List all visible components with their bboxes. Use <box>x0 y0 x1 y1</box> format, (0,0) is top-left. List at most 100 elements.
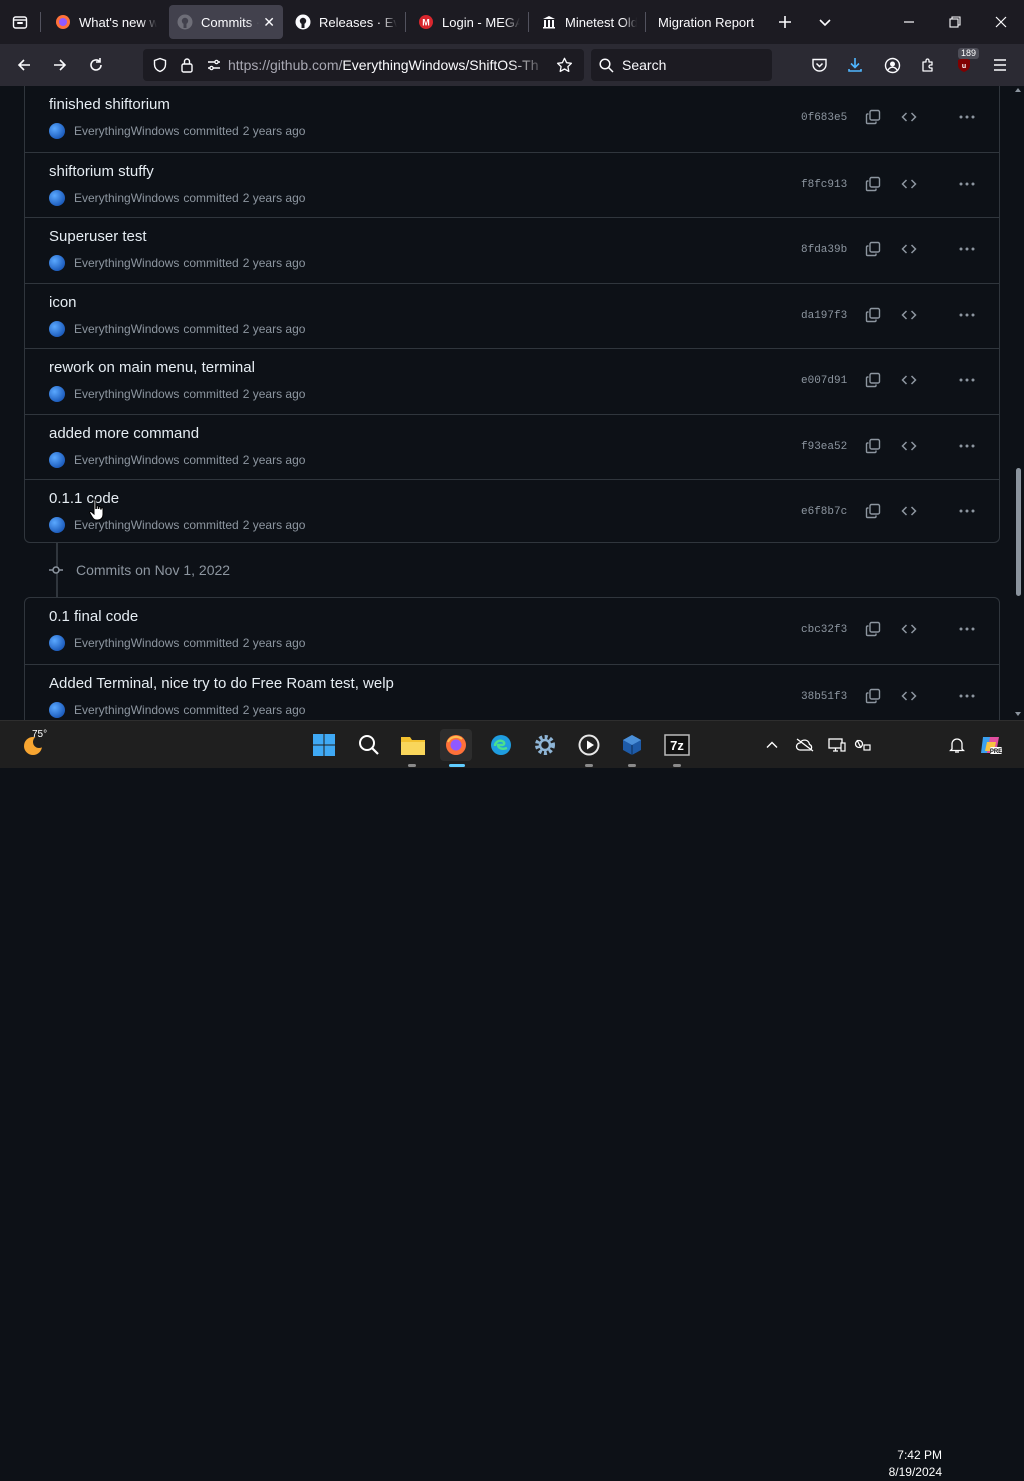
start-button[interactable] <box>308 729 340 761</box>
copy-sha-button[interactable] <box>861 303 885 327</box>
commit-message-link[interactable]: 0.1.1 code <box>49 490 119 507</box>
display-tray-icon[interactable] <box>825 733 849 757</box>
tab-releases[interactable]: Releases · Ever <box>287 5 405 39</box>
list-all-tabs-button[interactable] <box>807 6 843 38</box>
browse-repo-button[interactable] <box>897 368 921 392</box>
commit-sha-link[interactable]: 0f683e5 <box>801 112 847 124</box>
avatar[interactable] <box>49 451 65 468</box>
commit-author-link[interactable]: EverythingWindows <box>74 636 179 650</box>
new-tab-button[interactable] <box>767 6 803 38</box>
tab-mega[interactable]: M Login - MEGA <box>410 5 528 39</box>
commit-sha-link[interactable]: cbc32f3 <box>801 624 847 636</box>
onedrive-tray-icon[interactable] <box>793 733 817 757</box>
show-hidden-icons-button[interactable] <box>760 733 784 757</box>
commit-author-link[interactable]: EverythingWindows <box>74 256 179 270</box>
commit-author-link[interactable]: EverythingWindows <box>74 124 179 138</box>
commit-author-link[interactable]: EverythingWindows <box>74 703 179 717</box>
commit-sha-link[interactable]: e007d91 <box>801 375 847 387</box>
pocket-button[interactable] <box>801 49 837 81</box>
avatar[interactable] <box>49 123 65 139</box>
commit-author-link[interactable]: EverythingWindows <box>74 387 179 401</box>
file-explorer-button[interactable] <box>397 729 429 761</box>
commit-message-link[interactable]: finished shiftorium <box>49 96 170 113</box>
account-button[interactable] <box>874 49 910 81</box>
firefox-view-button[interactable] <box>0 0 40 44</box>
extensions-button[interactable] <box>910 49 946 81</box>
copy-sha-button[interactable] <box>861 617 885 641</box>
7zip-button[interactable]: 7z <box>661 729 693 761</box>
lock-icon[interactable] <box>180 57 194 73</box>
commit-message-link[interactable]: icon <box>49 294 77 311</box>
more-options-button[interactable] <box>955 303 979 327</box>
avatar[interactable] <box>49 701 65 718</box>
more-options-button[interactable] <box>955 368 979 392</box>
virtualbox-button[interactable] <box>616 729 648 761</box>
copy-sha-button[interactable] <box>861 368 885 392</box>
avatar[interactable] <box>49 517 65 533</box>
commit-message-link[interactable]: Added Terminal, nice try to do Free Roam… <box>49 675 394 692</box>
scrollbar-track[interactable] <box>1012 86 1024 720</box>
minimize-button[interactable] <box>886 0 932 44</box>
browse-repo-button[interactable] <box>897 617 921 641</box>
bookmark-star-icon[interactable] <box>556 57 573 73</box>
back-button[interactable] <box>6 49 42 81</box>
tab-commits[interactable]: Commits · E ✕ <box>169 5 283 39</box>
copy-sha-button[interactable] <box>861 499 885 523</box>
avatar[interactable] <box>49 635 65 651</box>
commit-message-link[interactable]: 0.1 final code <box>49 608 138 625</box>
avatar[interactable] <box>49 320 65 337</box>
commit-author-link[interactable]: EverythingWindows <box>74 453 179 467</box>
firefox-taskbar-button[interactable] <box>440 729 472 761</box>
restore-button[interactable] <box>932 0 978 44</box>
copilot-button[interactable]: PRE <box>979 733 1003 757</box>
taskbar-clock[interactable]: 7:42 PM 8/19/2024 <box>876 1447 942 1481</box>
permissions-icon[interactable] <box>206 57 222 73</box>
notifications-button[interactable] <box>945 733 969 757</box>
commit-sha-link[interactable]: f8fc913 <box>801 179 847 191</box>
browse-repo-button[interactable] <box>897 303 921 327</box>
more-options-button[interactable] <box>955 434 979 458</box>
address-bar[interactable]: https://github.com/EverythingWindows/Shi… <box>143 49 584 81</box>
commit-message-link[interactable]: shiftorium stuffy <box>49 163 154 180</box>
copy-sha-button[interactable] <box>861 237 885 261</box>
tab-minetest[interactable]: Minetest Old 2 <box>533 5 645 39</box>
commit-sha-link[interactable]: 38b51f3 <box>801 691 847 703</box>
avatar[interactable] <box>49 386 65 402</box>
app-menu-button[interactable] <box>982 49 1018 81</box>
browse-repo-button[interactable] <box>897 105 921 129</box>
commit-message-link[interactable]: added more command <box>49 425 199 442</box>
commit-message-link[interactable]: Superuser test <box>49 228 147 245</box>
scroll-up-icon[interactable] <box>1014 86 1022 94</box>
media-player-button[interactable] <box>573 729 605 761</box>
browse-repo-button[interactable] <box>897 237 921 261</box>
copy-sha-button[interactable] <box>861 172 885 196</box>
more-options-button[interactable] <box>955 617 979 641</box>
edge-button[interactable] <box>485 729 517 761</box>
browse-repo-button[interactable] <box>897 434 921 458</box>
tab-migration-report[interactable]: Migration Report <box>650 5 762 39</box>
browse-repo-button[interactable] <box>897 499 921 523</box>
downloads-button[interactable] <box>837 49 873 81</box>
avatar[interactable] <box>49 255 65 271</box>
close-window-button[interactable] <box>978 0 1024 44</box>
copy-sha-button[interactable] <box>861 684 885 708</box>
reload-button[interactable] <box>78 49 114 81</box>
search-bar[interactable]: Search <box>591 49 772 81</box>
commit-message-link[interactable]: rework on main menu, terminal <box>49 359 255 376</box>
close-tab-icon[interactable]: ✕ <box>263 14 275 31</box>
commit-sha-link[interactable]: 8fda39b <box>801 244 847 256</box>
settings-button[interactable] <box>529 729 561 761</box>
avatar[interactable] <box>49 189 65 206</box>
url-text[interactable]: https://github.com/EverythingWindows/Shi… <box>228 57 548 73</box>
taskbar-search-button[interactable] <box>353 729 385 761</box>
more-options-button[interactable] <box>955 237 979 261</box>
ublock-button[interactable]: u 189 <box>946 48 982 81</box>
commit-sha-link[interactable]: e6f8b7c <box>801 506 847 518</box>
more-options-button[interactable] <box>955 499 979 523</box>
more-options-button[interactable] <box>955 105 979 129</box>
commit-author-link[interactable]: EverythingWindows <box>74 191 179 205</box>
scroll-down-icon[interactable] <box>1014 710 1022 718</box>
browse-repo-button[interactable] <box>897 684 921 708</box>
network-tray-icon[interactable] <box>851 733 875 757</box>
shield-icon[interactable] <box>152 57 168 73</box>
